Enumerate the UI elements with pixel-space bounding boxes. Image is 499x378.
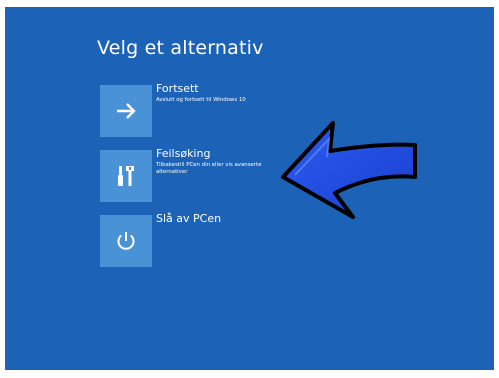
recovery-screen: Velg et alternativ Fortsett Avslutt og f… <box>5 7 494 370</box>
troubleshoot-tile[interactable] <box>100 150 152 202</box>
continue-tile[interactable] <box>100 85 152 137</box>
option-description: Avslutt og fortsett til Windows 10 <box>156 97 246 103</box>
pointer-arrow-icon <box>281 121 417 219</box>
option-title: Slå av PCen <box>156 212 222 225</box>
power-icon <box>117 232 135 250</box>
tools-icon <box>118 166 134 186</box>
option-title: Feilsøking <box>156 147 211 160</box>
option-description: Tilbakestill PCen din eller vis avansert… <box>156 162 262 175</box>
option-title: Fortsett <box>156 82 199 95</box>
arrow-right-icon <box>117 103 136 119</box>
page-title: Velg et alternativ <box>97 37 264 59</box>
shutdown-tile[interactable] <box>100 215 152 267</box>
